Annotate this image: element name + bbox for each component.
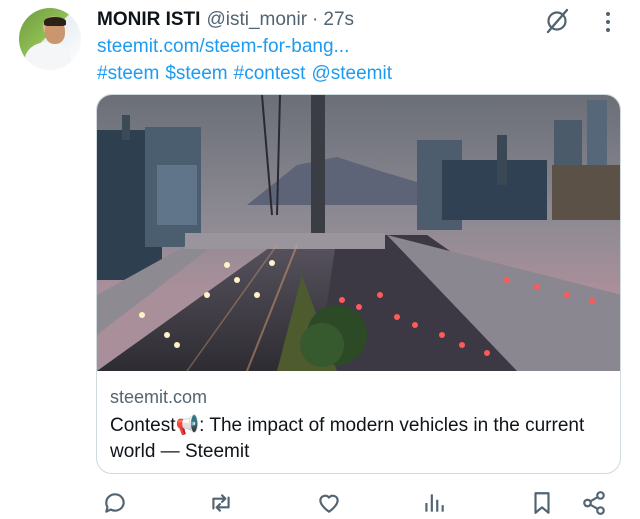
- views-icon[interactable]: [421, 490, 447, 516]
- post-tags-line: #steem $steem #contest @steemit: [97, 63, 398, 85]
- card-image[interactable]: [97, 95, 621, 371]
- hashtag-contest[interactable]: #contest: [234, 63, 306, 84]
- post-link-line: steemit.com/steem-for-bang...: [97, 36, 349, 58]
- header-separator: ·: [312, 9, 319, 30]
- link-preview-card[interactable]: steemit.com Contest📢: The impact of mode…: [96, 94, 621, 474]
- post-timestamp[interactable]: 27s: [323, 9, 354, 31]
- more-vertical-icon[interactable]: [598, 10, 618, 34]
- grok-icon[interactable]: [543, 7, 571, 35]
- like-icon[interactable]: [316, 490, 342, 516]
- author-name[interactable]: MONIR ISTI: [97, 9, 200, 31]
- cashtag-steem[interactable]: $steem: [165, 63, 227, 84]
- repost-icon[interactable]: [208, 490, 234, 516]
- bookmark-icon[interactable]: [529, 490, 555, 516]
- reply-icon[interactable]: [102, 490, 128, 516]
- action-bar: [0, 490, 640, 519]
- mention-steemit[interactable]: @steemit: [311, 63, 392, 84]
- post-header: MONIR ISTI @isti_monir · 27s: [97, 8, 354, 32]
- author-avatar[interactable]: [19, 8, 81, 70]
- card-title[interactable]: Contest📢: The impact of modern vehicles …: [110, 413, 610, 465]
- card-domain[interactable]: steemit.com: [110, 387, 207, 408]
- author-handle[interactable]: @isti_monir: [206, 9, 307, 31]
- avatar-shirt: [25, 42, 71, 70]
- avatar-hair: [44, 17, 66, 26]
- post-link[interactable]: steemit.com/steem-for-bang...: [97, 36, 349, 57]
- share-icon[interactable]: [581, 490, 607, 516]
- hashtag-steem[interactable]: #steem: [97, 63, 159, 84]
